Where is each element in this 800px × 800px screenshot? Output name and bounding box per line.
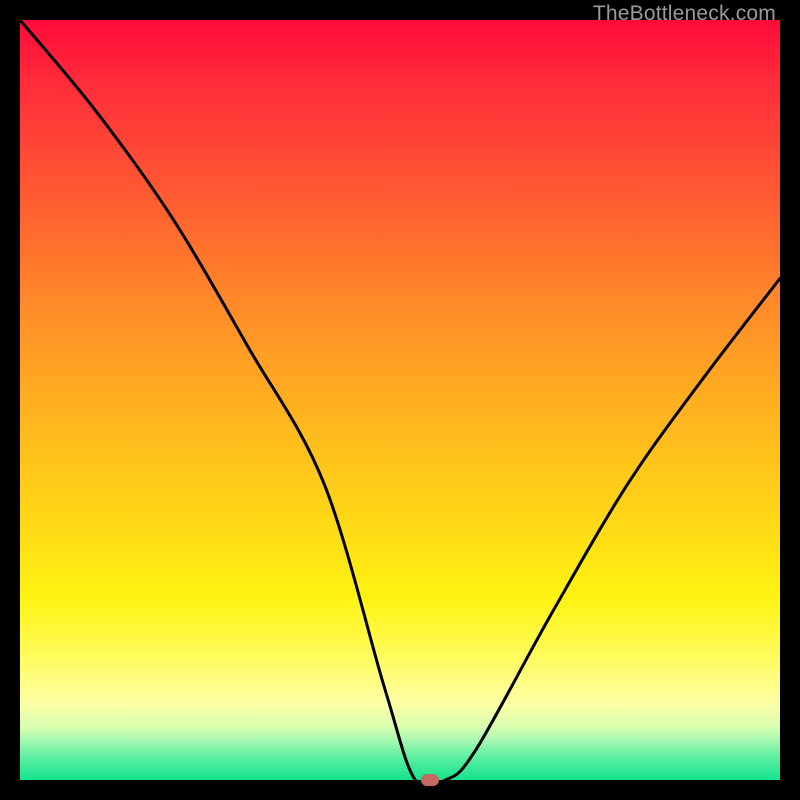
bottleneck-curve bbox=[20, 20, 780, 780]
optimal-marker bbox=[421, 774, 439, 786]
plot-area bbox=[20, 20, 780, 780]
watermark-text: TheBottleneck.com bbox=[593, 2, 776, 26]
chart-frame: TheBottleneck.com bbox=[0, 0, 800, 800]
